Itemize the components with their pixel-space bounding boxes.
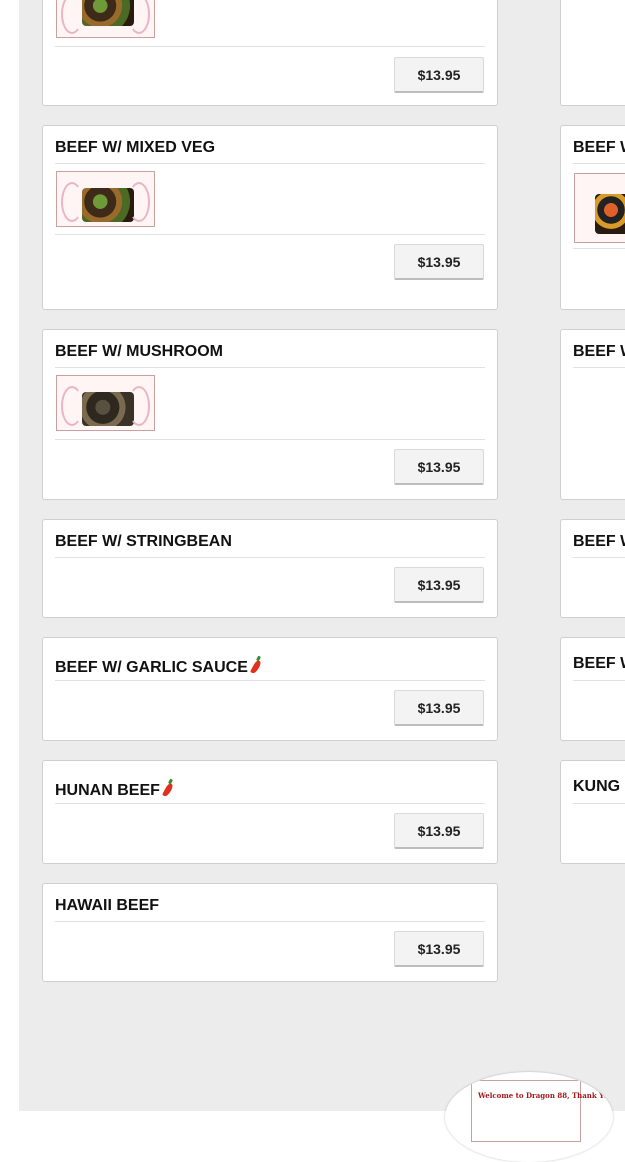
dish-thumbnail[interactable]: [56, 171, 155, 227]
divider: [55, 439, 485, 440]
divider: [55, 234, 485, 235]
divider: [55, 803, 485, 804]
item-title: HAWAII BEEF: [55, 897, 160, 914]
item-title: BEEF W: [573, 343, 625, 360]
price-button[interactable]: $13.95: [394, 690, 484, 726]
divider: [573, 803, 625, 804]
item-title: HUNAN BEEF: [55, 778, 174, 800]
item-title: BEEF W: [573, 139, 625, 156]
decorative-swirl: [128, 0, 150, 34]
menu-item-card[interactable]: BEEF W: [560, 519, 625, 618]
chili-pepper-icon: [252, 655, 262, 673]
divider: [55, 163, 485, 164]
item-title: BEEF W: [573, 655, 625, 672]
menu-item-card[interactable]: HAWAII BEEF $13.95: [42, 883, 498, 982]
menu-item-card[interactable]: $13.95: [42, 0, 498, 106]
decorative-swirl: [61, 0, 83, 34]
decorative-swirl: [61, 386, 83, 426]
dish-photo: [82, 392, 134, 426]
divider: [55, 367, 485, 368]
welcome-badge[interactable]: Welcome to Dragon 88, Thank You!: [445, 1072, 613, 1162]
menu-item-card[interactable]: BEEF W: [560, 329, 625, 500]
divider: [573, 680, 625, 681]
dish-photo: [82, 188, 134, 222]
dish-thumbnail[interactable]: [574, 173, 625, 243]
item-title: BEEF W/ MIXED VEG: [55, 139, 216, 156]
item-title: BEEF W: [573, 533, 625, 550]
dish-thumbnail[interactable]: [56, 375, 155, 431]
menu-item-card[interactable]: BEEF W/ GARLIC SAUCE $13.95: [42, 637, 498, 741]
price-button[interactable]: $13.95: [394, 57, 484, 93]
menu-item-card[interactable]: BEEF W/ STRINGBEAN $13.95: [42, 519, 498, 618]
divider: [573, 557, 625, 558]
dish-thumbnail: [56, 0, 155, 38]
price-button[interactable]: $13.95: [394, 449, 484, 485]
price-button[interactable]: $13.95: [394, 931, 484, 967]
divider: [55, 46, 485, 47]
menu-item-card[interactable]: BEEF W: [560, 125, 625, 310]
page-margin: [0, 0, 19, 1111]
divider: [55, 557, 485, 558]
welcome-text: Welcome to Dragon 88, Thank You!: [478, 1091, 613, 1100]
item-title: KUNG: [573, 778, 621, 795]
item-title: BEEF W/ STRINGBEAN: [55, 533, 232, 550]
decorative-swirl: [128, 386, 150, 426]
menu-item-card[interactable]: BEEF W: [560, 637, 625, 741]
menu-item-card[interactable]: BEEF W/ MUSHROOM $13.95: [42, 329, 498, 500]
item-title-text: BEEF W/ GARLIC SAUCE: [55, 659, 248, 676]
divider: [55, 921, 485, 922]
menu-item-card[interactable]: HUNAN BEEF $13.95: [42, 760, 498, 864]
dish-photo: [595, 194, 625, 234]
divider: [573, 248, 625, 249]
menu-item-card[interactable]: KUNG: [560, 760, 625, 864]
price-button[interactable]: $13.95: [394, 567, 484, 603]
divider: [55, 680, 485, 681]
dish-photo: [82, 0, 134, 26]
chili-pepper-icon: [164, 778, 174, 796]
item-title-text: HUNAN BEEF: [55, 782, 160, 799]
item-title: BEEF W/ MUSHROOM: [55, 343, 223, 360]
menu-item-card[interactable]: [560, 0, 625, 106]
decorative-swirl: [61, 182, 83, 222]
divider: [573, 367, 625, 368]
item-title: BEEF W/ GARLIC SAUCE: [55, 655, 262, 677]
decorative-swirl: [128, 182, 150, 222]
welcome-banner: Welcome to Dragon 88, Thank You!: [471, 1080, 613, 1142]
divider: [573, 163, 625, 164]
price-button[interactable]: $13.95: [394, 813, 484, 849]
menu-item-card[interactable]: BEEF W/ MIXED VEG $13.95: [42, 125, 498, 310]
price-button[interactable]: $13.95: [394, 244, 484, 280]
